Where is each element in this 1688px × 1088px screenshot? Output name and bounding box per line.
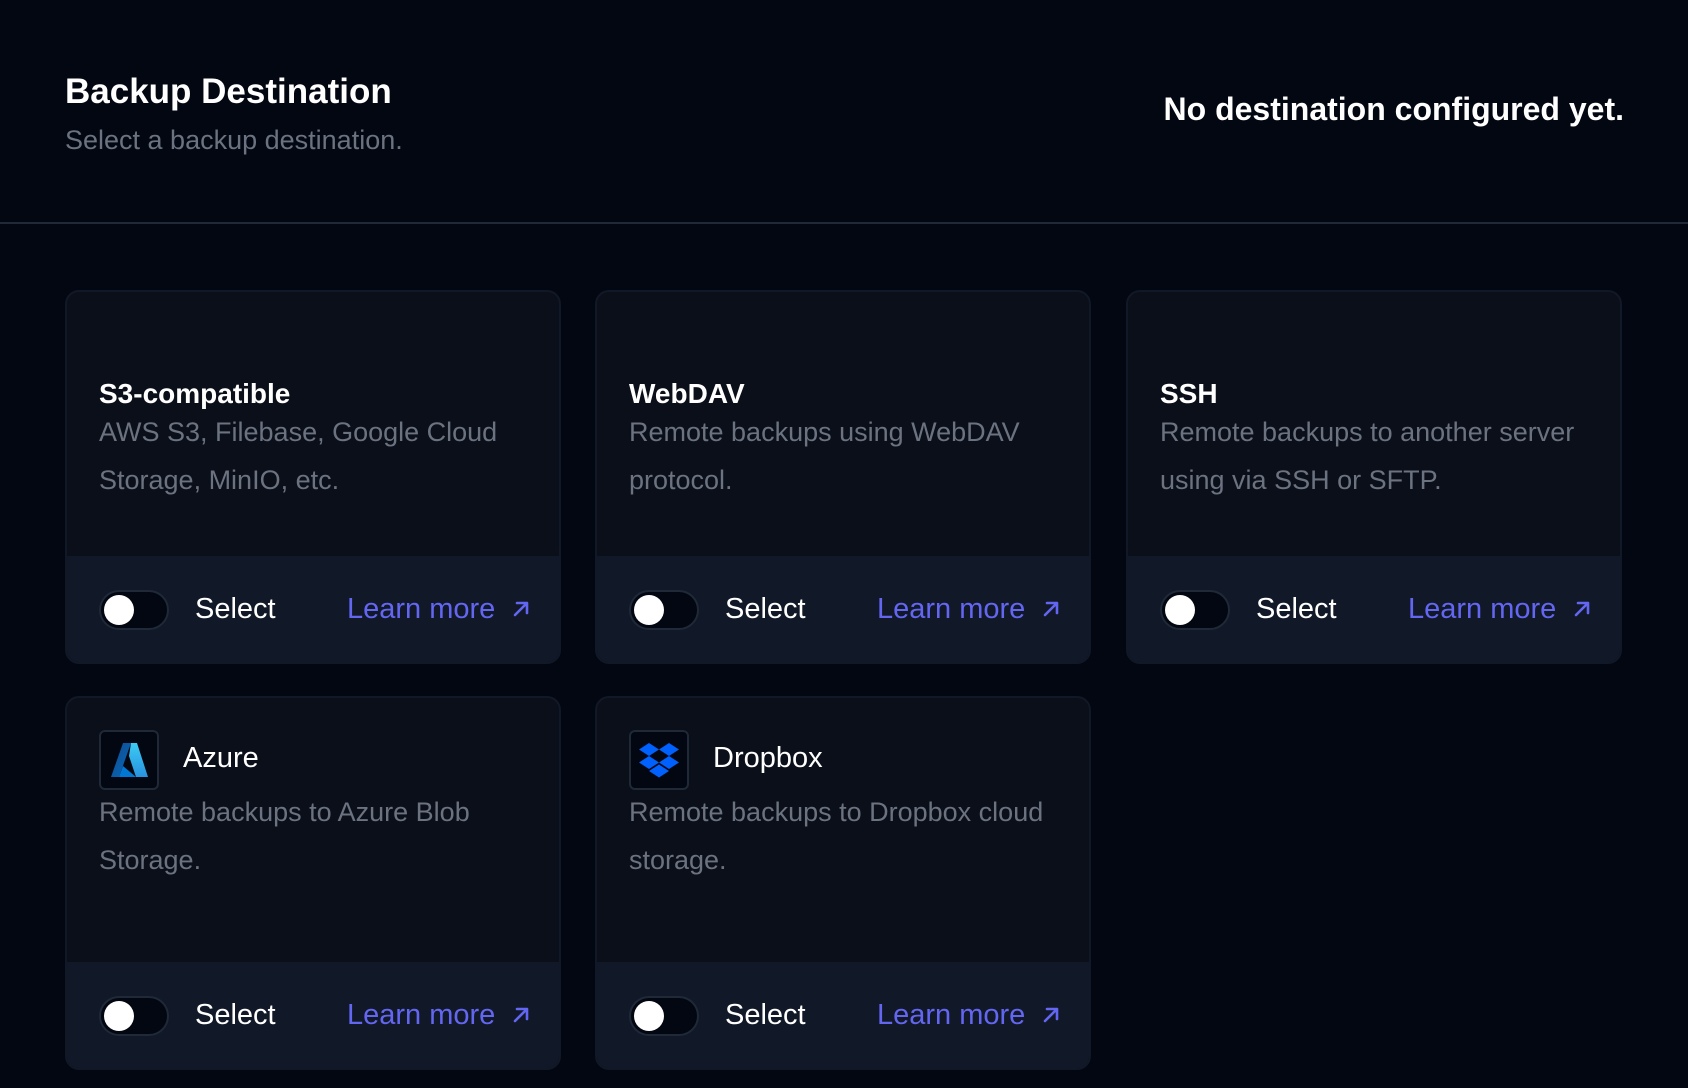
learn-more-link[interactable]: Learn more — [347, 591, 531, 627]
card-description: Remote backups using WebDAV protocol. — [629, 417, 1020, 495]
arrow-up-right-icon — [514, 1007, 529, 1023]
learn-more-label: Learn more — [877, 593, 1026, 625]
card-title: SSH — [1160, 378, 1218, 409]
destination-card-s3: S3-compatible AWS S3, Filebase, Google C… — [65, 290, 561, 664]
learn-more-label: Learn more — [347, 999, 496, 1031]
learn-more-label: Learn more — [347, 593, 496, 625]
learn-more-link[interactable]: Learn more — [1408, 591, 1592, 627]
select-toggle[interactable] — [99, 996, 169, 1036]
destination-card-ssh: SSH Remote backups to another server usi… — [1126, 290, 1622, 664]
learn-more-label: Learn more — [1408, 593, 1557, 625]
select-label: Select — [195, 999, 276, 1031]
card-footer: Select Learn more — [597, 556, 1089, 662]
learn-more-link[interactable]: Learn more — [877, 591, 1061, 627]
card-title: S3-compatible — [99, 378, 291, 409]
card-footer: Select Learn more — [597, 962, 1089, 1068]
card-footer: Select Learn more — [1128, 556, 1620, 662]
toggle-knob — [634, 595, 664, 625]
learn-more-link[interactable]: Learn more — [877, 997, 1061, 1033]
toggle-knob — [634, 1001, 664, 1031]
card-footer: Select Learn more — [67, 962, 559, 1068]
toggle-knob — [1165, 595, 1195, 625]
arrow-up-right-icon — [514, 601, 529, 617]
card-title: Azure — [183, 742, 259, 774]
destination-card-dropbox: Dropbox Remote backups to Dropbox cloud … — [595, 696, 1091, 1070]
card-description: AWS S3, Filebase, Google Cloud Storage, … — [99, 417, 498, 495]
select-toggle[interactable] — [99, 590, 169, 630]
card-description: Remote backups to another server using v… — [1160, 417, 1575, 495]
card-body: SSH Remote backups to another server usi… — [1128, 292, 1620, 558]
select-label: Select — [195, 593, 276, 625]
toggle-knob — [104, 1001, 134, 1031]
destination-status: No destination configured yet. — [1163, 91, 1624, 127]
select-label: Select — [1256, 593, 1337, 625]
page-header: Backup Destination Select a backup desti… — [0, 0, 1688, 224]
card-body: Dropbox Remote backups to Dropbox cloud … — [597, 698, 1089, 964]
toggle-knob — [104, 595, 134, 625]
card-title: Dropbox — [713, 742, 823, 774]
page-subtitle: Select a backup destination. — [65, 125, 403, 155]
azure-logo-icon — [99, 730, 159, 790]
page-title: Backup Destination — [65, 72, 392, 111]
card-body: WebDAV Remote backups using WebDAV proto… — [597, 292, 1089, 558]
arrow-up-right-icon — [1044, 601, 1059, 617]
card-body: S3-compatible AWS S3, Filebase, Google C… — [67, 292, 559, 558]
select-toggle[interactable] — [1160, 590, 1230, 630]
select-label: Select — [725, 593, 806, 625]
select-toggle[interactable] — [629, 590, 699, 630]
learn-more-link[interactable]: Learn more — [347, 997, 531, 1033]
card-body: Azure Remote backups to Azure Blob Stora… — [67, 698, 559, 964]
destination-card-azure: Azure Remote backups to Azure Blob Stora… — [65, 696, 561, 1070]
card-description: Remote backups to Dropbox cloud storage. — [629, 797, 1044, 875]
dropbox-logo-icon — [629, 730, 689, 790]
card-footer: Select Learn more — [67, 556, 559, 662]
select-toggle[interactable] — [629, 996, 699, 1036]
learn-more-label: Learn more — [877, 999, 1026, 1031]
destination-card-webdav: WebDAV Remote backups using WebDAV proto… — [595, 290, 1091, 664]
select-label: Select — [725, 999, 806, 1031]
card-description: Remote backups to Azure Blob Storage. — [99, 797, 470, 875]
backup-destination-page: Backup Destination Select a backup desti… — [0, 0, 1688, 1088]
card-title: WebDAV — [629, 378, 745, 409]
arrow-up-right-icon — [1575, 601, 1590, 617]
arrow-up-right-icon — [1044, 1007, 1059, 1023]
